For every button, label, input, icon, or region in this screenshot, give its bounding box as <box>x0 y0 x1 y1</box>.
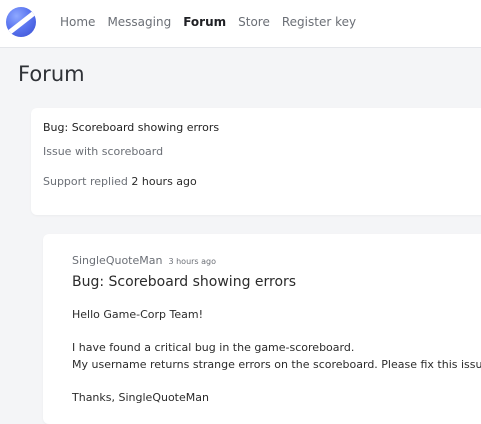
post-body: Hello Game-Corp Team! I have found a cri… <box>72 306 481 422</box>
post-paragraph: I have found a critical bug in the game-… <box>72 339 481 373</box>
post-signoff: Thanks, SingleQuoteMan <box>72 391 209 404</box>
post-time: 3 hours ago <box>168 257 217 266</box>
post-card: SingleQuoteMan 3 hours ago Bug: Scoreboar… <box>43 234 481 424</box>
nav-home[interactable]: Home <box>60 15 95 29</box>
reply-author: Support replied <box>43 175 128 188</box>
app-logo-icon[interactable] <box>6 7 36 37</box>
page-title: Forum <box>18 62 85 86</box>
nav-forum[interactable]: Forum <box>183 15 226 29</box>
post-author[interactable]: SingleQuoteMan <box>72 254 162 267</box>
thread-description: Issue with scoreboard <box>43 145 164 158</box>
reply-time: 2 hours ago <box>131 175 197 188</box>
post-line-2: My username returns strange errors on th… <box>72 358 481 371</box>
post-greeting: Hello Game-Corp Team! <box>72 308 203 321</box>
thread-reply-meta: Support replied 2 hours ago <box>43 175 197 188</box>
nav-messaging[interactable]: Messaging <box>107 15 171 29</box>
nav-store[interactable]: Store <box>238 15 270 29</box>
top-navbar: Home Messaging Forum Store Register key <box>0 0 481 48</box>
post-title: Bug: Scoreboard showing errors <box>72 274 297 290</box>
thread-title[interactable]: Bug: Scoreboard showing errors <box>43 121 219 134</box>
thread-summary-card[interactable]: Bug: Scoreboard showing errors Issue wit… <box>31 108 481 215</box>
post-author-line: SingleQuoteMan 3 hours ago <box>72 254 216 267</box>
nav-register-key[interactable]: Register key <box>282 15 356 29</box>
post-line-1: I have found a critical bug in the game-… <box>72 341 355 354</box>
nav-links: Home Messaging Forum Store Register key <box>60 15 368 29</box>
